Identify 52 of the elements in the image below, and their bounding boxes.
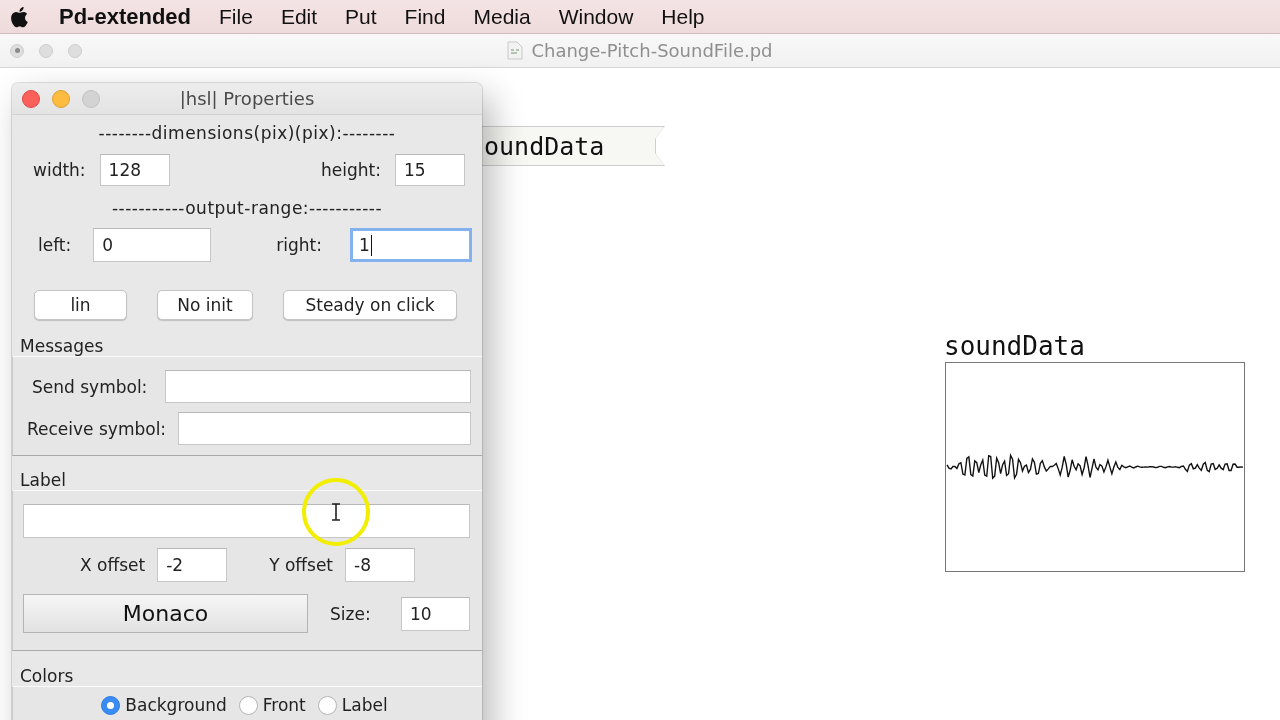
init-button[interactable]: No init xyxy=(157,290,253,320)
dialog-title: |hsl| Properties xyxy=(179,88,315,109)
menu-item[interactable]: Find xyxy=(404,4,446,29)
field-label: Receive symbol: xyxy=(27,418,167,439)
left-field[interactable]: 0 xyxy=(93,228,212,262)
array-label: soundData xyxy=(944,330,1085,362)
scale-button[interactable]: lin xyxy=(34,290,127,320)
window-title: Change-Pitch-SoundFile.pd xyxy=(531,40,773,61)
section-heading: -----------output-range:----------- xyxy=(111,198,383,218)
field-label: width: xyxy=(33,160,86,180)
x-offset-field[interactable]: -2 xyxy=(157,548,228,582)
zoom-button[interactable] xyxy=(68,43,82,58)
height-field[interactable]: 15 xyxy=(395,154,465,186)
cursor-highlight-icon xyxy=(301,477,371,547)
section-heading: Label xyxy=(19,470,66,490)
close-button[interactable] xyxy=(22,89,40,108)
zoom-button[interactable] xyxy=(82,89,100,108)
radio-option[interactable]: Front xyxy=(238,695,306,715)
radio-option[interactable]: Label xyxy=(317,695,388,715)
menu-item[interactable]: Put xyxy=(345,4,377,29)
field-label: left: xyxy=(38,235,72,255)
field-label: right: xyxy=(276,235,322,255)
menu-item[interactable]: Edit xyxy=(280,4,318,29)
field-label: height: xyxy=(321,160,381,180)
radio-option[interactable]: Background xyxy=(101,695,227,715)
menu-item[interactable]: File xyxy=(219,4,253,29)
field-label: Size: xyxy=(330,603,371,624)
app-menu[interactable]: Pd-extended xyxy=(59,3,192,30)
y-offset-field[interactable]: -8 xyxy=(345,548,415,582)
minimize-button[interactable] xyxy=(39,43,53,58)
close-button[interactable] xyxy=(10,43,24,58)
field-label: Send symbol: xyxy=(32,376,148,397)
label-text-field[interactable] xyxy=(23,504,470,538)
menu-item[interactable]: Window xyxy=(558,4,634,29)
right-field[interactable]: 1 xyxy=(350,228,472,262)
document-icon xyxy=(507,41,524,60)
section-heading: Colors xyxy=(19,666,74,686)
menu-item[interactable]: Help xyxy=(661,4,705,29)
font-button[interactable]: Monaco xyxy=(23,594,308,633)
minimize-button[interactable] xyxy=(52,89,70,108)
field-label: X offset xyxy=(79,555,146,575)
field-label: Y offset xyxy=(269,555,333,575)
message-box[interactable]: oundData xyxy=(482,126,665,166)
receive-symbol-field[interactable] xyxy=(178,412,471,445)
send-symbol-field[interactable] xyxy=(165,370,471,403)
size-field[interactable]: 10 xyxy=(401,596,470,631)
steady-button[interactable]: Steady on click xyxy=(283,290,457,320)
menu-item[interactable]: Media xyxy=(473,4,531,29)
apple-icon[interactable] xyxy=(8,4,29,29)
width-field[interactable]: 128 xyxy=(99,154,170,186)
section-heading: --------dimensions(pix)(pix):-------- xyxy=(98,123,396,143)
section-heading: Messages xyxy=(19,336,104,356)
